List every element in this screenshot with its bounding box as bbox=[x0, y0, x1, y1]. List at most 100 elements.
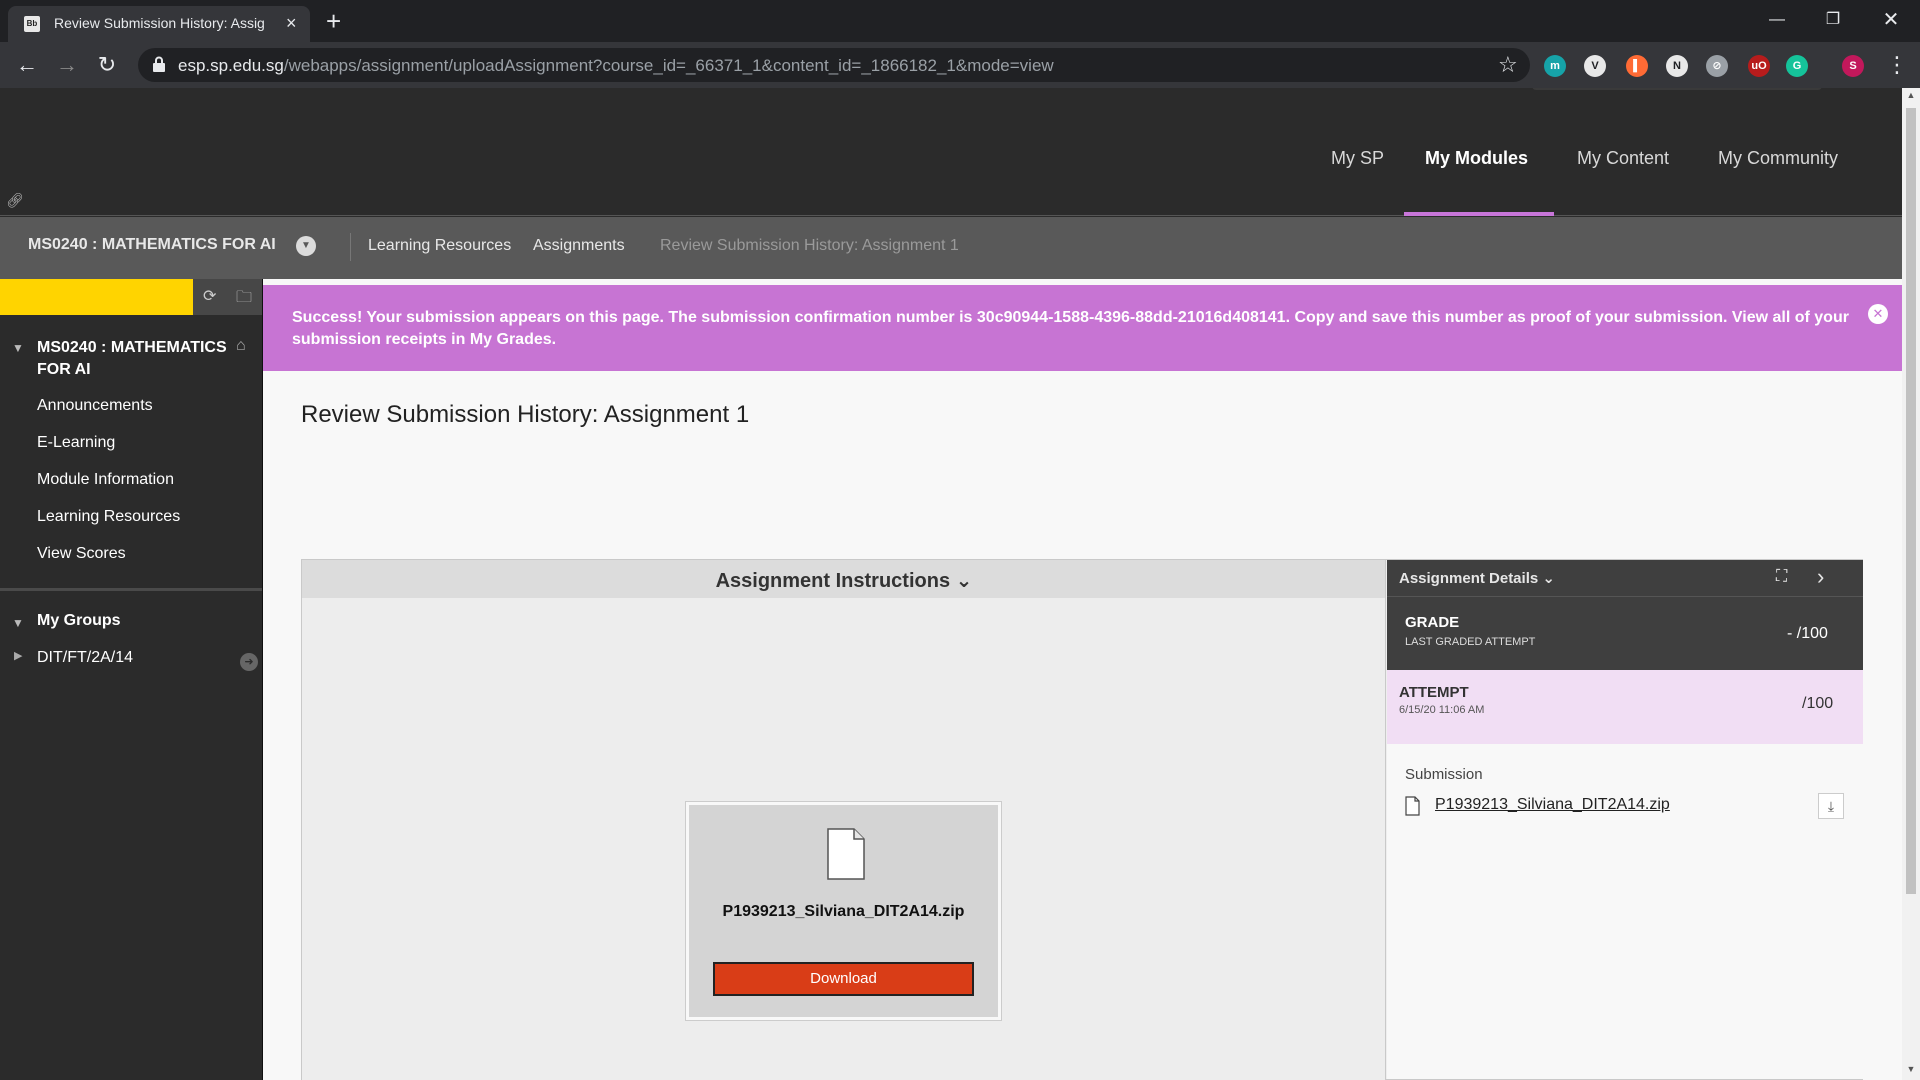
submission-panel: Assignment Instructions ⌄ P1939213_Silvi… bbox=[301, 559, 1863, 1080]
chevron-down-icon[interactable]: ▼ bbox=[296, 236, 316, 256]
download-icon[interactable]: ⤓ bbox=[1818, 793, 1844, 819]
chevron-down-icon: ⌄ bbox=[1542, 570, 1555, 587]
nav-my-modules[interactable]: My Modules bbox=[1425, 148, 1528, 169]
sidebar-toolbar: ⟳ 🗀︎ bbox=[0, 279, 262, 315]
v-extension-icon[interactable]: V bbox=[1584, 55, 1606, 77]
new-tab-icon[interactable]: + bbox=[326, 6, 341, 36]
chevron-right-icon[interactable]: › bbox=[1817, 564, 1824, 590]
url-text: esp.sp.edu.sg/webapps/assignment/uploadA… bbox=[178, 56, 1054, 76]
window-restore-icon[interactable]: ❐ bbox=[1810, 4, 1856, 36]
success-alert: Success! Your submission appears on this… bbox=[263, 285, 1902, 371]
attempt-date: 6/15/20 11:06 AM bbox=[1399, 704, 1485, 716]
details-toggle[interactable]: Assignment Details ⌄ bbox=[1399, 569, 1555, 587]
breadcrumb-divider bbox=[350, 233, 351, 261]
sidebar-accent-bar bbox=[0, 279, 193, 315]
back-arrow-icon[interactable]: ← bbox=[12, 50, 42, 80]
url-host: esp.sp.edu.sg bbox=[178, 56, 284, 75]
sidebar-course-title[interactable]: MS0240 : MATHEMATICS FOR AI bbox=[37, 337, 237, 381]
document-icon bbox=[827, 828, 865, 880]
attempt-label: ATTEMPT bbox=[1399, 684, 1469, 701]
reload-icon[interactable]: ↻ bbox=[92, 50, 122, 80]
refresh-icon[interactable]: ⟳ bbox=[203, 286, 216, 306]
instructions-bar: Assignment Instructions ⌄ bbox=[302, 560, 1386, 598]
notion-extension-icon[interactable]: N bbox=[1666, 55, 1688, 77]
sidebar-item-elearning[interactable]: E-Learning bbox=[37, 434, 115, 452]
browser-tab-strip: Bb Review Submission History: Assig × + … bbox=[0, 0, 1920, 42]
url-path: /webapps/assignment/uploadAssignment?cou… bbox=[283, 56, 1054, 75]
browser-tab[interactable]: Bb Review Submission History: Assig × bbox=[8, 6, 310, 42]
nav-my-sp[interactable]: My SP bbox=[1331, 148, 1384, 169]
ublock-extension-icon[interactable]: uO bbox=[1748, 55, 1770, 77]
alert-message: Success! Your submission appears on this… bbox=[292, 309, 1849, 348]
user-menu-stub[interactable] bbox=[1532, 88, 1822, 90]
details-toggle-label: Assignment Details bbox=[1399, 570, 1539, 587]
window-minimize-icon[interactable]: — bbox=[1754, 4, 1800, 36]
page-scrollbar[interactable]: ▲ ▼ bbox=[1902, 88, 1920, 1080]
scrollbar-thumb[interactable] bbox=[1906, 108, 1916, 894]
sidebar-item-learning-resources[interactable]: Learning Resources bbox=[37, 508, 180, 526]
assignment-details-panel: Assignment Details ⌄ ⛶ › GRADE LAST GRAD… bbox=[1387, 560, 1863, 1079]
lock-icon bbox=[153, 56, 165, 72]
details-header: Assignment Details ⌄ ⛶ › GRADE LAST GRAD… bbox=[1387, 560, 1863, 670]
scroll-down-icon[interactable]: ▼ bbox=[1906, 1064, 1916, 1074]
breadcrumb-learning-resources[interactable]: Learning Resources bbox=[368, 237, 511, 255]
file-card: P1939213_Silviana_DIT2A14.zip Download bbox=[686, 802, 1001, 1020]
page-title: Review Submission History: Assignment 1 bbox=[301, 401, 750, 428]
nav-my-community[interactable]: My Community bbox=[1718, 148, 1838, 169]
bookmark-extension-icon[interactable]: ▌ bbox=[1626, 55, 1648, 77]
chevron-down-icon: ⌄ bbox=[955, 570, 973, 592]
active-nav-indicator bbox=[1404, 212, 1554, 216]
caret-down-icon[interactable]: ▼ bbox=[12, 616, 24, 630]
instructions-label: Assignment Instructions bbox=[715, 570, 951, 592]
sidebar-item-view-scores[interactable]: View Scores bbox=[37, 545, 126, 563]
grade-label: GRADE bbox=[1405, 614, 1460, 631]
details-divider bbox=[1387, 596, 1863, 597]
sidebar-item-module-information[interactable]: Module Information bbox=[37, 471, 174, 489]
window-close-icon[interactable]: ✕ bbox=[1868, 4, 1914, 36]
breadcrumb-assignments[interactable]: Assignments bbox=[533, 237, 625, 255]
sidebar-groups-title[interactable]: My Groups bbox=[37, 612, 121, 630]
attempt-grade: /100 bbox=[1802, 695, 1834, 712]
instructions-toggle[interactable]: Assignment Instructions ⌄ bbox=[302, 568, 1386, 593]
file-icon bbox=[1405, 796, 1420, 816]
attempt-row[interactable]: ATTEMPT 6/15/20 11:06 AM /100 bbox=[1387, 670, 1863, 744]
file-name: P1939213_Silviana_DIT2A14.zip bbox=[722, 903, 965, 920]
home-icon[interactable]: ⌂ bbox=[236, 337, 246, 355]
course-breadcrumb[interactable]: MS0240 : MATHEMATICS FOR AI bbox=[28, 236, 276, 254]
profile-avatar-icon[interactable]: S bbox=[1842, 55, 1864, 77]
address-bar[interactable]: esp.sp.edu.sg/webapps/assignment/uploadA… bbox=[138, 48, 1530, 82]
grade-sublabel: LAST GRADED ATTEMPT bbox=[1405, 636, 1536, 648]
grammarly-extension-icon[interactable]: G bbox=[1786, 55, 1808, 77]
breadcrumb: MS0240 : MATHEMATICS FOR AI ▼ Learning R… bbox=[0, 217, 1902, 279]
download-button[interactable]: Download bbox=[713, 962, 974, 996]
breadcrumb-current-page: Review Submission History: Assignment 1 bbox=[660, 237, 959, 254]
scroll-up-icon[interactable]: ▲ bbox=[1906, 90, 1916, 100]
sidebar-divider bbox=[0, 588, 262, 591]
forward-arrow-icon[interactable]: → bbox=[52, 50, 82, 80]
grade-value: - /100 bbox=[1787, 625, 1828, 642]
sidebar-item-group[interactable]: DIT/FT/2A/14 bbox=[37, 649, 133, 667]
caret-down-icon[interactable]: ▼ bbox=[12, 341, 24, 355]
web-page: My SP My Modules My Content My Community… bbox=[0, 88, 1902, 1080]
browser-toolbar: ← → ↻ esp.sp.edu.sg/webapps/assignment/u… bbox=[0, 42, 1920, 88]
bookmark-star-icon[interactable]: ☆ bbox=[1498, 52, 1518, 78]
tab-close-icon[interactable]: × bbox=[286, 13, 297, 33]
file-preview-area: P1939213_Silviana_DIT2A14.zip Download bbox=[302, 598, 1386, 1080]
expand-icon[interactable]: ⛶ bbox=[1776, 568, 1787, 586]
compass-extension-icon[interactable]: ⊘ bbox=[1706, 55, 1728, 77]
link-icon[interactable]: 🔗︎ bbox=[6, 192, 24, 209]
caret-right-icon[interactable]: ▶ bbox=[14, 649, 22, 662]
blackboard-favicon-icon: Bb bbox=[24, 16, 40, 32]
course-menu-sidebar: ⟳ 🗀︎ ▼ MS0240 : MATHEMATICS FOR AI ⌂ Ann… bbox=[0, 279, 262, 1080]
browser-menu-icon[interactable]: ⋮ bbox=[1886, 52, 1908, 78]
main-content: Success! Your submission appears on this… bbox=[262, 279, 1902, 1080]
submission-label: Submission bbox=[1405, 766, 1483, 783]
folder-icon[interactable]: 🗀︎ bbox=[236, 286, 252, 313]
meet-extension-icon[interactable]: m bbox=[1544, 55, 1566, 77]
sidebar-item-announcements[interactable]: Announcements bbox=[37, 397, 153, 415]
arrow-right-circle-icon[interactable]: ➜ bbox=[240, 653, 258, 671]
close-icon[interactable]: ✕ bbox=[1868, 304, 1888, 324]
submission-file-link[interactable]: P1939213_Silviana_DIT2A14.zip bbox=[1435, 796, 1670, 814]
site-header: My SP My Modules My Content My Community… bbox=[0, 88, 1902, 216]
nav-my-content[interactable]: My Content bbox=[1577, 148, 1669, 169]
